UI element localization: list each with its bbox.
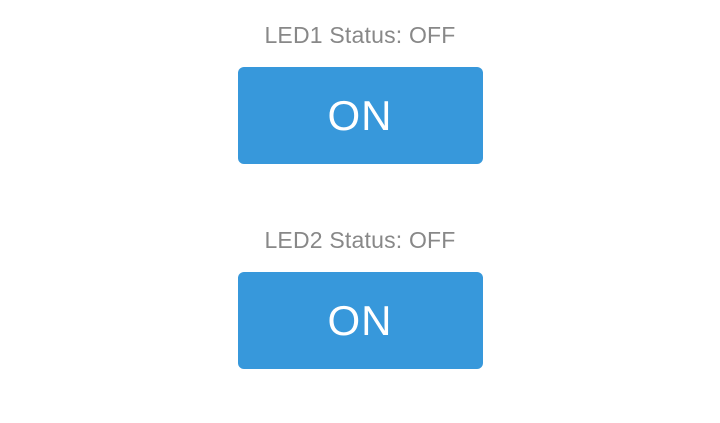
- led2-control: LED2 Status: OFF ON: [0, 225, 720, 369]
- led2-on-button[interactable]: ON: [237, 272, 483, 369]
- led2-status-label: LED2 Status: OFF: [264, 227, 456, 253]
- led1-status-label: LED1 Status: OFF: [264, 22, 456, 48]
- led-control-page: LED1 Status: OFF ON LED2 Status: OFF ON: [0, 0, 720, 423]
- led1-on-button[interactable]: ON: [237, 67, 483, 164]
- led1-control: LED1 Status: OFF ON: [0, 20, 720, 164]
